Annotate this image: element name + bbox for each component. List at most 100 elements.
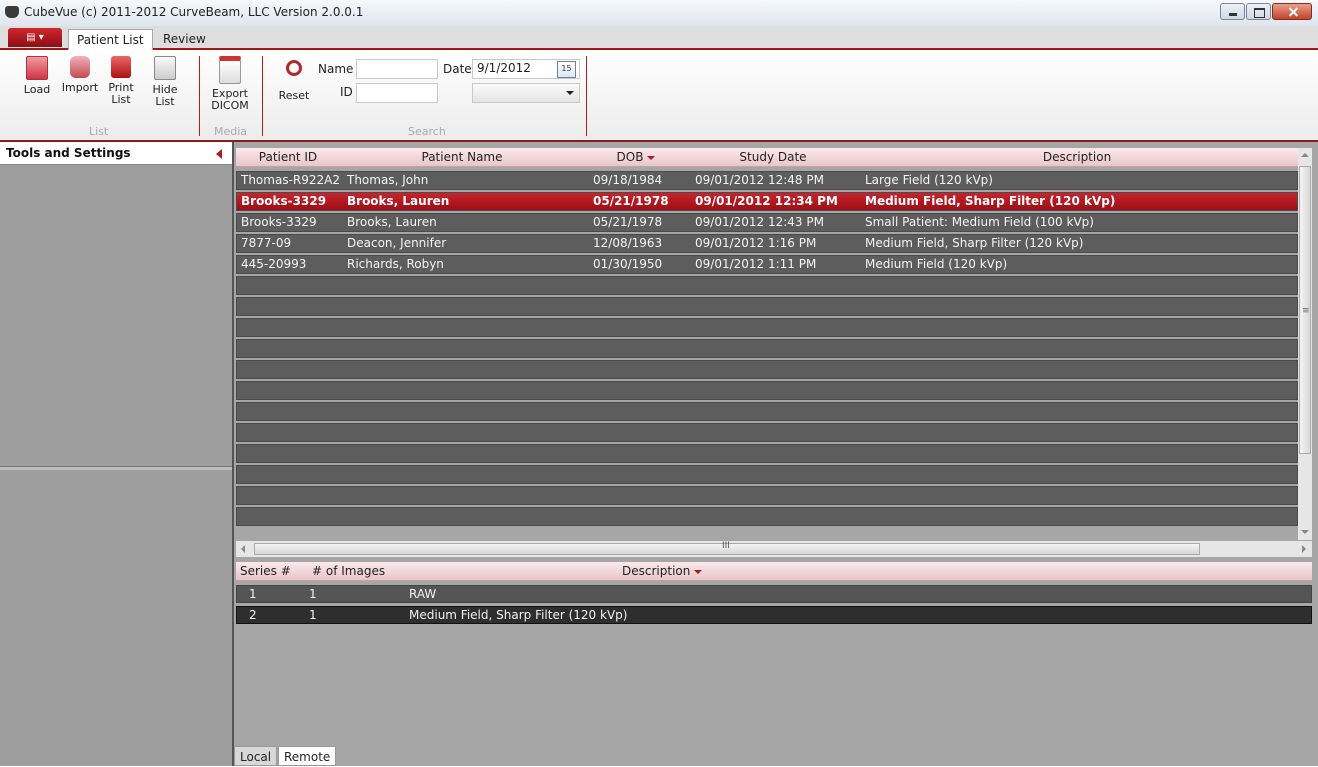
restore-button[interactable] <box>1246 3 1271 20</box>
cell-description: Medium Field (120 kVp) <box>865 257 1008 271</box>
group-label-media: Media <box>214 125 248 138</box>
empty-row[interactable] <box>236 402 1298 421</box>
ribbon-tab-row: ▤ ▾ Patient List Review <box>0 26 1318 51</box>
tab-remote[interactable]: Remote <box>278 746 337 766</box>
calendar-icon[interactable]: 15 <box>557 61 576 78</box>
reset-label: Reset <box>278 89 310 102</box>
column-header-patient-name[interactable]: Patient Name <box>342 150 582 164</box>
application-menu-button[interactable]: ▤ ▾ <box>8 28 62 47</box>
load-button[interactable]: Load <box>20 56 54 96</box>
patient-row[interactable]: Thomas-R922A2 Thomas, John 09/18/1984 09/01… <box>236 171 1298 190</box>
hide-list-button[interactable]: Hide List <box>150 56 180 108</box>
patient-grid: Patient ID Patient Name DOB Study Date D… <box>236 148 1298 528</box>
column-header-series-num[interactable]: Series # <box>240 564 291 578</box>
cell-dob: 09/18/1984 <box>593 173 663 187</box>
close-button[interactable] <box>1272 3 1312 20</box>
id-input[interactable] <box>356 83 438 103</box>
series-description-header-label: Description <box>622 564 691 578</box>
date-input[interactable]: 9/1/2012 15 <box>472 59 580 79</box>
horizontal-scrollbar[interactable]: III <box>236 541 1312 557</box>
patient-rows: Thomas-R922A2 Thomas, John 09/18/1984 09/01… <box>236 171 1298 526</box>
print-list-label: Print List <box>108 81 134 106</box>
cell-description: Small Patient: Medium Field (100 kVp) <box>865 215 1094 229</box>
cell-patient-name: Thomas, John <box>347 173 429 187</box>
tab-local[interactable]: Local <box>234 746 278 766</box>
print-list-button[interactable]: Print List <box>106 56 136 106</box>
patient-row[interactable]: 7877-09 Deacon, Jennifer 12/08/1963 09/01/2… <box>236 234 1298 253</box>
cell-num-images: 1 <box>309 587 317 601</box>
search-dropdown[interactable] <box>472 83 580 103</box>
empty-row[interactable] <box>236 486 1298 505</box>
series-row[interactable]: 2 1 Medium Field, Sharp Filter (120 kVp) <box>236 606 1312 624</box>
series-grid: Series # # of Images Description 1 1 RAW 2 1… <box>236 562 1312 627</box>
name-label: Name <box>318 62 354 76</box>
patient-row[interactable]: Brooks-3329 Brooks, Lauren 05/21/1978 09/01… <box>236 213 1298 232</box>
collapse-arrow-icon[interactable] <box>216 149 222 159</box>
tools-settings-header[interactable]: Tools and Settings <box>0 142 232 165</box>
patient-grid-header: Patient ID Patient Name DOB Study Date D… <box>236 148 1298 167</box>
column-header-description[interactable]: Description <box>858 150 1296 164</box>
scroll-left-icon[interactable] <box>241 545 245 553</box>
cell-num-images: 1 <box>309 608 317 622</box>
empty-row[interactable] <box>236 276 1298 295</box>
empty-row[interactable] <box>236 444 1298 463</box>
cell-dob: 05/21/1978 <box>593 215 663 229</box>
empty-row[interactable] <box>236 318 1298 337</box>
dicom-file-icon <box>219 56 241 84</box>
cell-description: Medium Field, Sharp Filter (120 kVp) <box>865 194 1116 208</box>
tab-patient-list[interactable]: Patient List <box>68 29 153 51</box>
group-separator <box>199 56 200 136</box>
cell-patient-id: 445-20993 <box>241 257 307 271</box>
column-header-study-date[interactable]: Study Date <box>690 150 856 164</box>
clipboard-icon <box>154 56 176 80</box>
load-icon <box>26 56 48 80</box>
name-input[interactable] <box>356 59 438 79</box>
empty-row[interactable] <box>236 297 1298 316</box>
export-dicom-label: Export DICOM <box>211 87 249 112</box>
chevron-down-icon <box>566 91 574 95</box>
empty-row[interactable] <box>236 360 1298 379</box>
scroll-up-icon[interactable] <box>1301 153 1309 157</box>
tools-settings-title: Tools and Settings <box>6 146 131 160</box>
series-row[interactable]: 1 1 RAW <box>236 585 1312 603</box>
column-header-num-images[interactable]: # of Images <box>312 564 385 578</box>
tab-review[interactable]: Review <box>155 29 214 49</box>
patient-row[interactable]: 445-20993 Richards, Robyn 01/30/1950 09/01/… <box>236 255 1298 274</box>
vertical-scrollbar[interactable]: ≡ <box>1298 148 1312 540</box>
column-header-dob[interactable]: DOB <box>584 150 688 164</box>
cell-series-description: RAW <box>409 587 437 601</box>
sort-descending-icon <box>647 155 656 160</box>
minimize-button[interactable] <box>1220 3 1245 20</box>
column-header-patient-id[interactable]: Patient ID <box>236 150 340 164</box>
group-separator <box>586 56 587 136</box>
ribbon: Load Import Print List Hide List List Ex… <box>0 50 1318 142</box>
empty-row[interactable] <box>236 339 1298 358</box>
group-separator <box>262 56 263 136</box>
export-dicom-button[interactable]: Export DICOM <box>206 56 254 112</box>
column-header-series-description[interactable]: Description <box>622 564 703 578</box>
reset-button[interactable]: Reset <box>274 56 314 102</box>
import-label: Import <box>61 81 99 94</box>
window-controls <box>1219 3 1312 20</box>
empty-row[interactable] <box>236 381 1298 400</box>
cell-description: Medium Field, Sharp Filter (120 kVp) <box>865 236 1084 250</box>
cell-patient-id: Brooks-3329 <box>241 215 317 229</box>
group-label-search: Search <box>408 125 446 138</box>
scroll-down-icon[interactable] <box>1301 530 1309 534</box>
cell-study-date: 09/01/2012 1:11 PM <box>695 257 817 271</box>
empty-row[interactable] <box>236 507 1298 526</box>
empty-row[interactable] <box>236 423 1298 442</box>
import-button[interactable]: Import <box>60 56 100 94</box>
cell-study-date: 09/01/2012 1:16 PM <box>695 236 817 250</box>
cell-dob: 01/30/1950 <box>593 257 663 271</box>
id-label: ID <box>340 85 353 99</box>
cell-patient-name: Richards, Robyn <box>347 257 444 271</box>
patient-row[interactable]: Brooks-3329 Brooks, Lauren 05/21/1978 09/01… <box>236 192 1298 211</box>
cell-series-num: 2 <box>249 608 257 622</box>
tools-settings-panel: Tools and Settings <box>0 142 232 766</box>
cell-patient-name: Brooks, Lauren <box>347 194 450 208</box>
dob-header-label: DOB <box>616 150 644 164</box>
scroll-right-icon[interactable] <box>1302 545 1306 553</box>
panel-splitter[interactable] <box>0 466 232 470</box>
empty-row[interactable] <box>236 465 1298 484</box>
